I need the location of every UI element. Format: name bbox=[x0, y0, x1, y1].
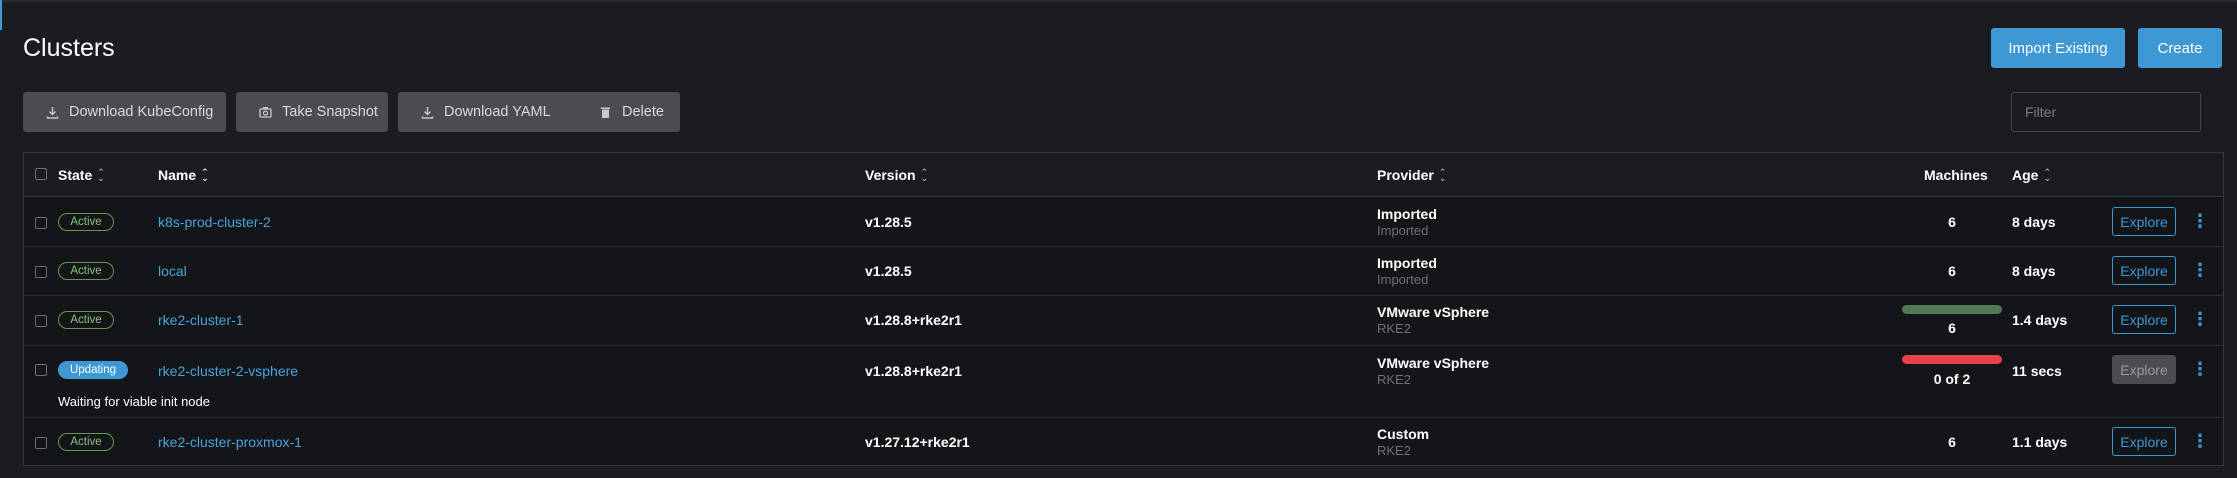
take-snapshot-label: Take Snapshot bbox=[282, 104, 378, 120]
sort-icon: ⌃ ⌄ bbox=[1438, 167, 1447, 183]
row-checkbox[interactable] bbox=[35, 364, 47, 376]
explore-button[interactable]: Explore bbox=[2112, 207, 2176, 236]
status-message: Waiting for viable init node bbox=[58, 394, 210, 409]
row-checkbox[interactable] bbox=[35, 266, 47, 278]
download-icon bbox=[45, 105, 59, 119]
cluster-name-link[interactable]: rke2-cluster-2-vsphere bbox=[158, 363, 298, 379]
download-icon bbox=[420, 105, 434, 119]
cluster-age: 8 days bbox=[2012, 263, 2056, 279]
kebab-menu-icon[interactable]: ⋮ bbox=[2191, 431, 2209, 451]
take-snapshot-button[interactable]: Take Snapshot bbox=[236, 92, 388, 132]
row-checkbox[interactable] bbox=[35, 437, 47, 449]
select-all-checkbox[interactable] bbox=[35, 168, 47, 180]
machines-count: 6 bbox=[1948, 434, 1956, 450]
bulk-actions-toolbar: Download KubeConfig Take Snapshot Downlo… bbox=[23, 92, 2223, 132]
top-border bbox=[0, 0, 2237, 2]
machines-count: 6 bbox=[1948, 263, 1956, 279]
column-label: Version bbox=[865, 167, 916, 183]
explore-button[interactable]: Explore bbox=[2112, 427, 2176, 456]
sort-icon: ⌃ ⌄ bbox=[97, 167, 105, 183]
machines-count: 6 bbox=[1948, 320, 1956, 336]
provider-name: Imported bbox=[1377, 255, 1437, 271]
status-badge: Updating bbox=[58, 361, 128, 379]
provider-subtype: Imported bbox=[1377, 223, 1429, 238]
status-badge: Active bbox=[58, 433, 114, 451]
import-existing-button[interactable]: Import Existing bbox=[1991, 28, 2125, 68]
sort-icon: ⌃ ⌄ bbox=[920, 167, 929, 183]
explore-button[interactable]: Explore bbox=[2112, 355, 2176, 384]
provider-name: VMware vSphere bbox=[1377, 304, 1490, 320]
page-title: Clusters bbox=[23, 34, 115, 62]
delete-label: Delete bbox=[622, 104, 664, 120]
provider-name: VMware vSphere bbox=[1377, 355, 1490, 371]
machines-count: 6 bbox=[1948, 214, 1956, 230]
table-row: Active rke2-cluster-proxmox-1 v1.27.12+r… bbox=[24, 418, 2223, 466]
cluster-age: 1.4 days bbox=[2012, 312, 2068, 328]
cluster-version: v1.28.5 bbox=[865, 214, 912, 230]
delete-button[interactable]: Delete bbox=[576, 92, 680, 132]
row-checkbox[interactable] bbox=[35, 217, 47, 229]
cluster-version: v1.27.12+rke2r1 bbox=[865, 434, 970, 450]
provider-subtype: RKE2 bbox=[1377, 443, 1411, 458]
cluster-name-link[interactable]: local bbox=[158, 263, 187, 279]
column-header-provider[interactable]: Provider ⌃ ⌄ bbox=[1377, 167, 1446, 183]
column-header-age[interactable]: Age ⌃ ⌄ bbox=[2012, 167, 2051, 183]
download-yaml-button[interactable]: Download YAML bbox=[398, 92, 588, 132]
cluster-version: v1.28.8+rke2r1 bbox=[865, 363, 962, 379]
clusters-table: State ⌃ ⌄ Name ⌃ ⌄ Version ⌃ ⌄ Provider ⌃ ⌄ … bbox=[23, 152, 2224, 466]
download-yaml-label: Download YAML bbox=[444, 104, 551, 120]
table-header: State ⌃ ⌄ Name ⌃ ⌄ Version ⌃ ⌄ Provider ⌃ ⌄ … bbox=[24, 153, 2223, 197]
cluster-age: 8 days bbox=[2012, 214, 2056, 230]
provider-name: Imported bbox=[1377, 206, 1437, 222]
provider-subtype: RKE2 bbox=[1377, 321, 1411, 336]
cluster-version: v1.28.5 bbox=[865, 263, 912, 279]
download-kubeconfig-button[interactable]: Download KubeConfig bbox=[23, 92, 226, 132]
column-label: Provider bbox=[1377, 167, 1434, 183]
machines-ready-bar bbox=[1902, 355, 2002, 364]
sort-icon: ⌃ ⌄ bbox=[201, 167, 209, 183]
status-badge: Active bbox=[58, 213, 114, 231]
column-label: Name bbox=[158, 167, 197, 183]
cluster-age: 1.1 days bbox=[2012, 434, 2068, 450]
column-label: Age bbox=[2012, 167, 2039, 183]
filter-input[interactable] bbox=[2011, 92, 2201, 132]
cluster-version: v1.28.8+rke2r1 bbox=[865, 312, 962, 328]
machines-count: 0 of 2 bbox=[1933, 371, 1971, 387]
status-badge: Active bbox=[58, 311, 114, 329]
cluster-name-link[interactable]: k8s-prod-cluster-2 bbox=[158, 214, 271, 230]
trash-icon bbox=[598, 105, 612, 119]
kebab-menu-icon[interactable]: ⋮ bbox=[2191, 309, 2209, 329]
status-badge: Active bbox=[58, 262, 114, 280]
cluster-name-link[interactable]: rke2-cluster-1 bbox=[158, 312, 244, 328]
provider-name: Custom bbox=[1377, 426, 1430, 442]
row-checkbox[interactable] bbox=[35, 315, 47, 327]
column-header-machines: Machines bbox=[1924, 167, 1988, 183]
column-header-name[interactable]: Name ⌃ ⌄ bbox=[158, 167, 209, 183]
column-header-state[interactable]: State ⌃ ⌄ bbox=[58, 167, 105, 183]
camera-icon bbox=[258, 105, 272, 119]
column-label: State bbox=[58, 167, 93, 183]
explore-button[interactable]: Explore bbox=[2112, 305, 2176, 334]
kebab-menu-icon[interactable]: ⋮ bbox=[2191, 260, 2209, 280]
create-button[interactable]: Create bbox=[2138, 28, 2222, 68]
column-header-version[interactable]: Version ⌃ ⌄ bbox=[865, 167, 928, 183]
provider-subtype: RKE2 bbox=[1377, 372, 1411, 387]
kebab-menu-icon[interactable]: ⋮ bbox=[2191, 359, 2209, 379]
provider-subtype: Imported bbox=[1377, 272, 1429, 287]
kebab-menu-icon[interactable]: ⋮ bbox=[2191, 211, 2209, 231]
machines-ready-bar bbox=[1902, 305, 2002, 314]
nav-edge-indicator bbox=[0, 0, 2, 30]
cluster-name-link[interactable]: rke2-cluster-proxmox-1 bbox=[158, 434, 302, 450]
table-row: Active k8s-prod-cluster-2 v1.28.5 Import… bbox=[24, 198, 2223, 247]
column-label: Machines bbox=[1924, 167, 1988, 183]
download-kubeconfig-label: Download KubeConfig bbox=[69, 104, 214, 120]
explore-button[interactable]: Explore bbox=[2112, 256, 2176, 285]
page-header: Clusters Import Existing Create bbox=[23, 28, 2223, 72]
table-row: Updating rke2-cluster-2-vsphere v1.28.8+… bbox=[24, 346, 2223, 418]
sort-icon: ⌃ ⌄ bbox=[2043, 167, 2051, 183]
table-row: Active local v1.28.5 Imported Imported 6… bbox=[24, 247, 2223, 296]
cluster-age: 11 secs bbox=[2012, 363, 2062, 379]
table-row: Active rke2-cluster-1 v1.28.8+rke2r1 VMw… bbox=[24, 296, 2223, 346]
